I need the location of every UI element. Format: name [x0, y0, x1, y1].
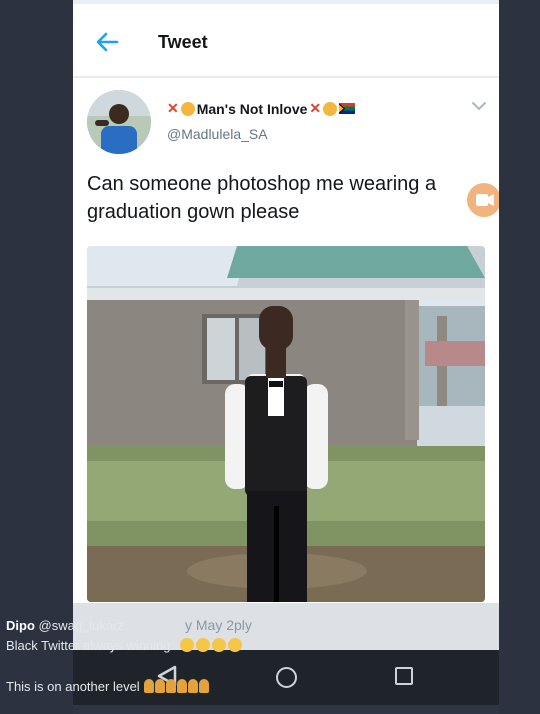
- nav-home-icon[interactable]: [276, 667, 297, 688]
- chevron-down-icon[interactable]: [471, 100, 487, 112]
- user-handle[interactable]: @Madlulela_SA: [167, 126, 268, 142]
- cross-mark-icon: ✕: [167, 100, 179, 116]
- avatar[interactable]: [87, 90, 151, 154]
- comment-author-line: Dipo @swag_lukarz: [6, 618, 124, 633]
- raised-hands-icon: [155, 679, 166, 693]
- raised-hands-icon: [144, 679, 155, 693]
- laughing-emoji-icon: [227, 638, 242, 652]
- laughing-emoji-icon: [211, 638, 226, 652]
- display-name-row[interactable]: ✕ Man's Not Inlove ✕: [167, 100, 356, 117]
- face-emoji-icon: [180, 101, 195, 116]
- tweet-photo[interactable]: [87, 246, 485, 602]
- tweet-text: Can someone photoshop me wearing a gradu…: [87, 173, 437, 223]
- comment-line-2: This is on another level: [6, 679, 140, 694]
- phone-screen: Tweet ✕ Man's Not Inlove ✕ @Madlulela_SA…: [73, 0, 499, 650]
- laughing-emoji-icon: [179, 638, 194, 652]
- back-arrow-icon[interactable]: [93, 28, 121, 56]
- laughing-emoji-icon: [195, 638, 210, 652]
- android-nav-bar: [73, 650, 499, 705]
- right-panel: [499, 0, 540, 714]
- comment-author-handle[interactable]: @swag_lukarz: [39, 618, 124, 633]
- comment-text-2: This is on another level: [6, 679, 210, 694]
- page-title: Tweet: [158, 32, 208, 52]
- raised-hands-icon: [188, 679, 199, 693]
- raised-hands-icon: [166, 679, 177, 693]
- left-panel: [0, 0, 73, 714]
- display-name: Man's Not Inlove: [196, 100, 308, 117]
- raised-hands-icon: [177, 679, 188, 693]
- reply-ghost-text: y May 2ply: [185, 617, 252, 633]
- comment-text-1: Black Twitter always winning.: [6, 638, 242, 653]
- tweet-header: Tweet: [73, 4, 499, 78]
- video-icon[interactable]: [467, 183, 499, 217]
- cross-mark-icon: ✕: [309, 100, 322, 116]
- raised-hands-icon: [199, 679, 210, 693]
- nav-recent-icon[interactable]: [395, 667, 413, 685]
- comment-line-1: Black Twitter always winning.: [6, 638, 175, 653]
- face-emoji-icon: [323, 101, 338, 116]
- south-africa-flag-icon: [339, 103, 356, 114]
- comment-author[interactable]: Dipo: [6, 618, 35, 633]
